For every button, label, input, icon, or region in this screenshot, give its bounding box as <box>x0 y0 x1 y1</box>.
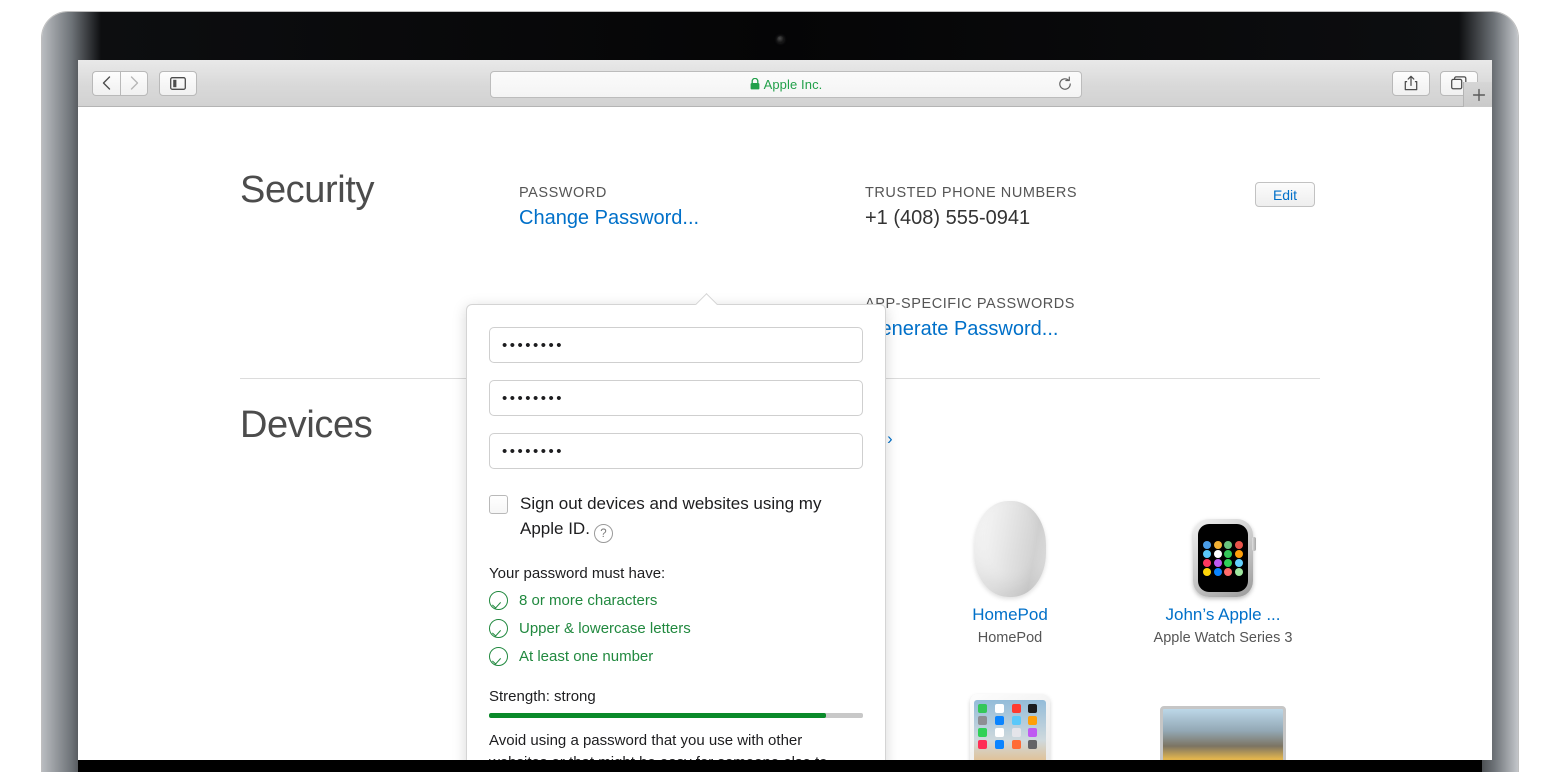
lock-icon <box>750 78 759 90</box>
sidebar-toggle-button[interactable] <box>159 70 197 96</box>
imac-art <box>1133 687 1313 760</box>
strength-label: Strength: strong <box>489 688 596 706</box>
browser-window: Apple Inc. Security Devices PASSWORD Cha… <box>78 60 1492 760</box>
new-password-input[interactable] <box>489 380 863 416</box>
edit-button[interactable]: Edit <box>1255 182 1315 207</box>
reload-icon <box>1059 76 1071 90</box>
current-password-input[interactable] <box>489 327 863 363</box>
address-bar[interactable]: Apple Inc. <box>490 70 1082 98</box>
requirement-label: At least one number <box>519 648 654 666</box>
device-name[interactable]: John’s Apple ... <box>1133 605 1313 625</box>
help-icon[interactable]: ? <box>593 524 613 544</box>
apple-watch-icon <box>1193 519 1256 597</box>
reload-button[interactable] <box>1057 76 1073 92</box>
signout-row: Sign out devices and websites using my A… <box>489 492 863 544</box>
forward-button[interactable] <box>120 70 148 96</box>
watch-screen <box>1198 524 1248 592</box>
page-title-security: Security <box>240 169 375 211</box>
chevron-left-icon <box>102 76 111 90</box>
check-circle-icon <box>489 591 508 611</box>
browser-toolbar: Apple Inc. <box>78 60 1492 108</box>
site-name: Apple Inc. <box>763 76 823 92</box>
generate-password-link[interactable]: Generate Password... <box>865 318 1058 341</box>
popover-arrow <box>695 293 719 305</box>
requirement-item: Upper & lowercase letters <box>489 619 863 639</box>
page-content: Security Devices PASSWORD Change Passwor… <box>78 107 1492 760</box>
confirm-password-input[interactable] <box>489 433 863 469</box>
device-type: Apple Watch Series 3 <box>1153 630 1293 646</box>
back-button[interactable] <box>92 70 120 96</box>
new-tab-button[interactable] <box>1463 82 1492 108</box>
password-advice: Avoid using a password that you use with… <box>489 732 828 760</box>
watch-crown <box>1252 537 1256 551</box>
signout-label: Sign out devices and websites using my A… <box>520 492 850 544</box>
change-password-popover: Sign out devices and websites using my A… <box>466 304 886 760</box>
homepod-art <box>920 482 1100 597</box>
signout-checkbox[interactable] <box>489 495 508 514</box>
check-circle-icon <box>489 619 508 639</box>
ipad-icon <box>970 694 1050 760</box>
requirement-label: Upper & lowercase letters <box>519 620 691 638</box>
change-password-link[interactable]: Change Password... <box>519 207 699 230</box>
imac-icon <box>1160 706 1286 760</box>
strength-meter <box>489 713 863 719</box>
device-card-homepod[interactable]: HomePod HomePod <box>920 482 1100 646</box>
password-label: PASSWORD <box>519 185 607 201</box>
imac-screen <box>1160 706 1286 760</box>
ipad-art <box>920 687 1100 760</box>
signout-label-text: Sign out devices and websites using my A… <box>520 494 822 538</box>
trusted-phone-value: +1 (408) 555-0941 <box>865 207 1031 229</box>
share-icon <box>1404 75 1418 91</box>
check-circle-icon <box>489 647 508 667</box>
sidebar-icon <box>170 76 186 90</box>
chevron-right-icon <box>130 76 138 90</box>
requirements-title: Your password must have: <box>489 565 666 583</box>
ipad-screen <box>974 700 1046 760</box>
device-card-imac[interactable] <box>1133 687 1313 760</box>
device-name[interactable]: HomePod <box>920 605 1100 625</box>
app-passwords-label: APP-SPECIFIC PASSWORDS <box>865 296 1076 312</box>
device-card-applewatch[interactable]: John’s Apple ... Apple Watch Series 3 <box>1133 482 1313 646</box>
applewatch-art <box>1133 482 1313 597</box>
requirement-label: 8 or more characters <box>519 592 658 610</box>
requirement-item: At least one number <box>489 647 863 667</box>
homepod-icon <box>974 501 1046 597</box>
plus-icon <box>1472 88 1485 102</box>
requirement-item: 8 or more characters <box>489 591 863 611</box>
webcam-icon <box>776 36 784 43</box>
trusted-phone-label: TRUSTED PHONE NUMBERS <box>865 185 1078 201</box>
device-card-ipad[interactable] <box>920 687 1100 760</box>
device-type: HomePod <box>977 630 1043 646</box>
strength-meter-fill <box>489 713 826 719</box>
site-identity: Apple Inc. <box>750 77 823 92</box>
share-button[interactable] <box>1392 70 1430 96</box>
nav-button-group <box>92 70 148 96</box>
page-title-devices: Devices <box>240 404 373 446</box>
